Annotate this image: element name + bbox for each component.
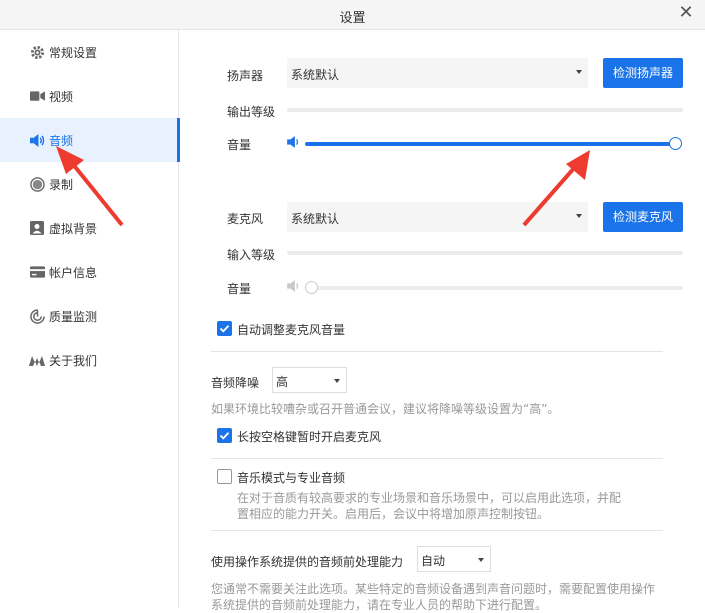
checkmark-icon: [219, 432, 230, 440]
checkmark-icon: [219, 325, 230, 333]
chevron-down-icon: [576, 70, 582, 74]
account-card-icon: [29, 264, 45, 280]
logo-icon: [29, 352, 45, 368]
test-mic-button[interactable]: 检测麦克风: [603, 202, 683, 232]
os-processing-label: 使用操作系统提供的音频前处理能力: [211, 555, 404, 569]
record-icon: [29, 176, 45, 192]
noise-reduction-hint: 如果环境比较嘈杂或召开普通会议，建议将降噪等级设置为“高”。: [211, 402, 560, 416]
sidebar-item-account[interactable]: 帐户信息: [0, 250, 179, 294]
mic-select-value: 系统默认: [291, 212, 340, 226]
chevron-down-icon: [334, 379, 340, 383]
close-icon[interactable]: ✕: [676, 3, 696, 23]
chevron-down-icon: [576, 214, 582, 218]
os-processing-hint-line1: 您通常不需要关注此选项。某些特定的音频设备遇到声音问题时，需要配置使用操作: [211, 582, 656, 596]
sidebar-item-quality[interactable]: 质量监测: [0, 294, 179, 338]
sidebar-item-label: 录制: [49, 178, 74, 192]
sidebar-item-audio[interactable]: 音频: [0, 118, 180, 162]
sidebar-item-label: 音频: [49, 134, 74, 148]
sidebar-item-label: 帐户信息: [49, 266, 98, 280]
noise-reduction-label: 音频降噪: [211, 376, 260, 390]
virtual-background-icon: [29, 220, 45, 236]
output-level-label: 输出等级: [227, 105, 276, 119]
sidebar-item-record[interactable]: 录制: [0, 162, 179, 206]
divider: [211, 458, 663, 459]
monitor-icon: [29, 308, 45, 324]
os-processing-select[interactable]: 自动: [417, 546, 491, 572]
speaker-label: 扬声器: [227, 69, 264, 83]
sidebar: 常规设置 视频 音频 录制 虚拟背景 帐户信息 质量监测 关于我们: [0, 30, 180, 608]
music-mode-label: 音乐模式与专业音频: [237, 471, 346, 485]
sidebar-item-about[interactable]: 关于我们: [0, 338, 179, 382]
speaker-volume-icon: [287, 136, 301, 151]
speaker-select[interactable]: 系统默认: [287, 58, 588, 88]
os-processing-hint-line2: 系统提供的音频前处理能力，请在专业人员的帮助下进行配置。: [211, 598, 548, 612]
music-mode-hint-line2: 置相应的能力开关。启用后，会议中将增加原声控制按钮。: [237, 507, 550, 521]
space-unmute-checkbox[interactable]: [217, 428, 232, 443]
sidebar-item-label: 视频: [49, 90, 74, 104]
chevron-down-icon: [478, 558, 484, 562]
sidebar-item-virtual-background[interactable]: 虚拟背景: [0, 206, 179, 250]
auto-adjust-checkbox[interactable]: [217, 321, 232, 336]
sidebar-item-label: 关于我们: [49, 354, 98, 368]
input-level-label: 输入等级: [227, 248, 276, 262]
sidebar-item-label: 虚拟背景: [49, 222, 98, 236]
sidebar-item-label: 质量监测: [49, 310, 98, 324]
sidebar-item-general[interactable]: 常规设置: [0, 30, 179, 74]
divider: [211, 530, 663, 531]
divider: [211, 351, 663, 352]
speaker-volume-label: 音量: [227, 138, 252, 152]
mic-select[interactable]: 系统默认: [287, 202, 588, 232]
speaker-volume-fill: [305, 142, 675, 146]
video-camera-icon: [29, 88, 45, 104]
music-mode-hint-line1: 在对于音质有较高要求的专业场景和音乐场景中，可以启用此选项，并配: [237, 491, 622, 505]
speaker-select-value: 系统默认: [291, 68, 340, 82]
speaker-volume-knob[interactable]: [669, 137, 682, 150]
mic-volume-track[interactable]: [305, 286, 683, 290]
os-processing-value: 自动: [421, 554, 446, 568]
auto-adjust-label: 自动调整麦克风音量: [237, 323, 346, 337]
audio-settings-panel: 扬声器 系统默认 检测扬声器 输出等级 音量 麦克风 系统默认 检测麦克风 输入…: [180, 30, 705, 612]
sidebar-item-video[interactable]: 视频: [0, 74, 179, 118]
test-speaker-button[interactable]: 检测扬声器: [603, 58, 683, 88]
sidebar-item-label: 常规设置: [49, 46, 98, 60]
mic-volume-knob[interactable]: [305, 281, 318, 294]
space-unmute-label: 长按空格键暂时开启麦克风: [237, 430, 382, 444]
title-bar: 设置 ✕: [0, 0, 705, 30]
mic-label: 麦克风: [227, 212, 264, 226]
mic-volume-label: 音量: [227, 282, 252, 296]
output-level-meter: [287, 108, 683, 112]
noise-reduction-value: 高: [276, 375, 289, 389]
speaker-icon: [29, 132, 45, 148]
window-title: 设置: [339, 11, 366, 26]
noise-reduction-select[interactable]: 高: [272, 367, 347, 393]
music-mode-checkbox[interactable]: [217, 469, 232, 484]
gear-icon: [29, 44, 45, 60]
input-level-meter: [287, 251, 683, 255]
mic-volume-icon: [287, 280, 301, 295]
